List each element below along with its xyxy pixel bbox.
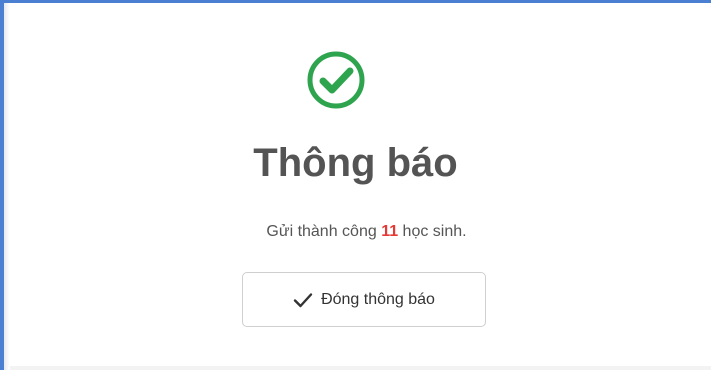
sent-count: 11 bbox=[381, 223, 399, 240]
screen: Thông báo Gửi thành công 11 học sinh. Đó… bbox=[0, 0, 711, 370]
dialog-message: Gửi thành công 11 học sinh. bbox=[0, 222, 711, 242]
message-prefix: Gửi thành công bbox=[266, 223, 382, 240]
check-circle-icon bbox=[307, 51, 365, 109]
checkmark-icon bbox=[293, 292, 313, 307]
message-suffix: học sinh. bbox=[398, 223, 467, 240]
close-button-label: Đóng thông báo bbox=[321, 290, 435, 308]
dialog-title: Thông báo bbox=[253, 141, 458, 185]
dialog-bottom-edge bbox=[10, 366, 711, 370]
close-notification-button[interactable]: Đóng thông báo bbox=[242, 272, 486, 327]
